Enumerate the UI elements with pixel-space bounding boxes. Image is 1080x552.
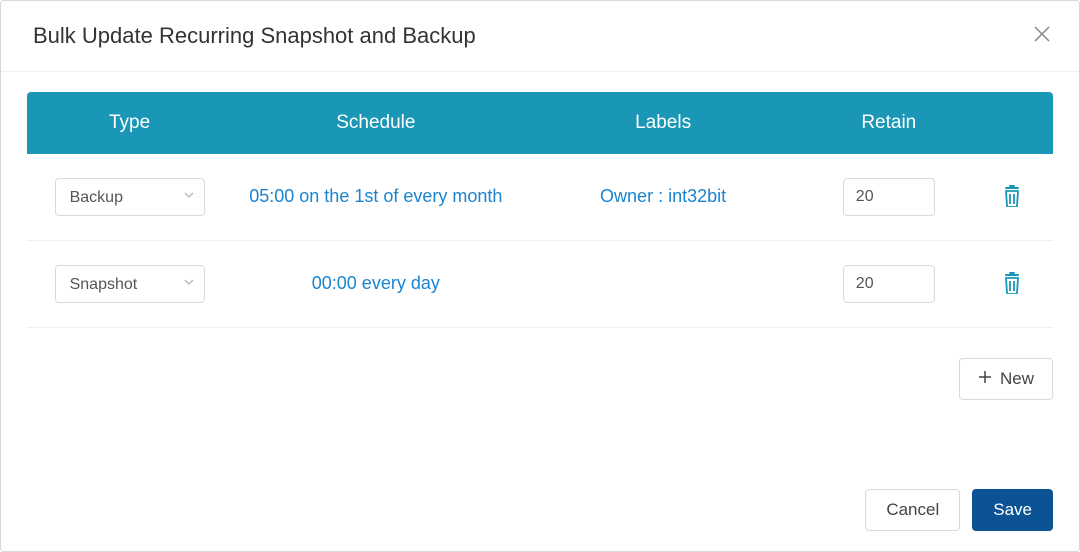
delete-button[interactable] bbox=[998, 268, 1026, 301]
schedule-link[interactable]: 05:00 on the 1st of every month bbox=[249, 186, 502, 206]
new-row: New bbox=[27, 328, 1053, 400]
type-select[interactable]: Backup bbox=[55, 178, 205, 216]
save-button[interactable]: Save bbox=[972, 489, 1053, 531]
cancel-button[interactable]: Cancel bbox=[865, 489, 960, 531]
cell-labels bbox=[519, 241, 806, 328]
cell-schedule: 00:00 every day bbox=[232, 241, 519, 328]
new-button[interactable]: New bbox=[959, 358, 1053, 400]
table-row: Snapshot 00:00 every day bbox=[27, 241, 1053, 328]
modal-title: Bulk Update Recurring Snapshot and Backu… bbox=[33, 23, 476, 49]
retain-input[interactable] bbox=[843, 265, 935, 303]
header-labels: Labels bbox=[519, 92, 806, 154]
modal-header: Bulk Update Recurring Snapshot and Backu… bbox=[1, 1, 1079, 72]
modal-footer: Cancel Save bbox=[1, 473, 1079, 551]
type-select[interactable]: Snapshot bbox=[55, 265, 205, 303]
header-action bbox=[971, 92, 1053, 154]
cell-labels: Owner : int32bit bbox=[519, 154, 806, 241]
cell-type: Snapshot bbox=[27, 241, 232, 328]
close-icon[interactable] bbox=[1033, 24, 1051, 48]
new-label: New bbox=[1000, 369, 1034, 389]
trash-icon bbox=[1002, 282, 1022, 297]
cell-action bbox=[971, 154, 1053, 241]
labels-link[interactable]: Owner : int32bit bbox=[600, 186, 726, 206]
header-type: Type bbox=[27, 92, 232, 154]
cell-action bbox=[971, 241, 1053, 328]
plus-icon bbox=[978, 369, 992, 389]
table-header-row: Type Schedule Labels Retain bbox=[27, 92, 1053, 154]
header-schedule: Schedule bbox=[232, 92, 519, 154]
retain-input[interactable] bbox=[843, 178, 935, 216]
modal-body: Type Schedule Labels Retain Backup bbox=[1, 72, 1079, 400]
delete-button[interactable] bbox=[998, 181, 1026, 214]
trash-icon bbox=[1002, 195, 1022, 210]
schedule-table: Type Schedule Labels Retain Backup bbox=[27, 92, 1053, 328]
cell-type: Backup bbox=[27, 154, 232, 241]
cell-retain bbox=[807, 241, 971, 328]
cell-retain bbox=[807, 154, 971, 241]
header-retain: Retain bbox=[807, 92, 971, 154]
table-row: Backup 05:00 on the 1st of every month O… bbox=[27, 154, 1053, 241]
schedule-link[interactable]: 00:00 every day bbox=[312, 273, 440, 293]
cell-schedule: 05:00 on the 1st of every month bbox=[232, 154, 519, 241]
